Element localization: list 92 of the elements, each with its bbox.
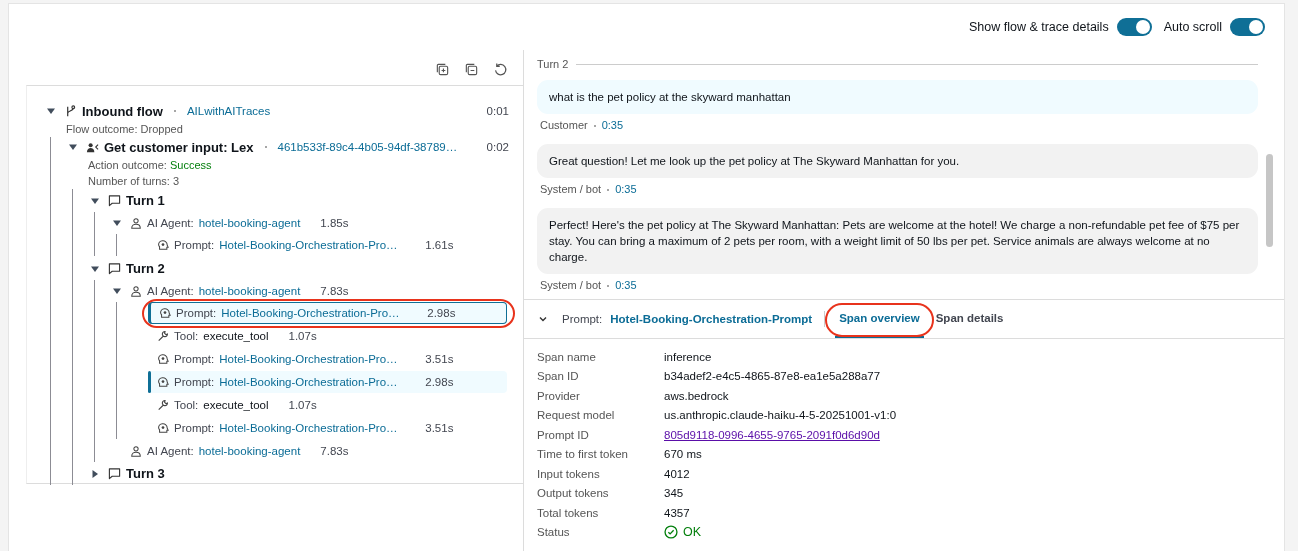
- field-label: Span ID: [537, 370, 580, 383]
- tab[interactable]: Span overview: [835, 300, 924, 338]
- message-bubble: what is the pet policy at the skyward manhattan: [537, 80, 1258, 114]
- span-row[interactable]: Prompt: Hotel-Booking-Orchestration-Pro… 2.98s: [148, 371, 507, 393]
- caret-down-icon[interactable]: [112, 286, 122, 296]
- wrench-icon: [157, 399, 169, 411]
- head-icon: [157, 239, 169, 251]
- field-label: Span name: [537, 350, 597, 363]
- wrench-icon: [157, 330, 169, 342]
- timestamp-link[interactable]: 0:35: [601, 119, 624, 131]
- duration: 7.83s: [320, 285, 349, 297]
- turn-title[interactable]: Turn 3: [126, 466, 165, 481]
- node-detail: Flow outcome: Dropped: [66, 123, 183, 135]
- speech-bubble-icon: [108, 467, 121, 480]
- branch-icon: [64, 104, 77, 118]
- duration: 7.83s: [320, 445, 349, 457]
- turn-title[interactable]: Turn 1: [126, 193, 165, 208]
- span-label: Prompt:: [562, 313, 603, 325]
- agent-label: AI Agent:: [147, 217, 194, 229]
- caret-down-icon[interactable]: [112, 218, 122, 228]
- speech-bubble-icon: [108, 262, 121, 275]
- node-time: 0:02: [486, 141, 509, 153]
- field-label: Output tokens: [537, 487, 610, 500]
- node-title: Inbound flow: [82, 103, 163, 119]
- speaker-label: Customer: [540, 119, 588, 131]
- field-value: aws.bedrock: [664, 389, 729, 402]
- span-row[interactable]: Tool: execute_tool 1.07s: [148, 325, 507, 347]
- head-icon: [157, 376, 169, 388]
- agent-link[interactable]: hotel-booking-agent: [198, 445, 301, 457]
- person-icon: [130, 217, 142, 229]
- scrollbar-thumb[interactable]: [1266, 154, 1273, 247]
- caret-down-icon[interactable]: [46, 106, 56, 116]
- message-bubble: Great question! Let me look up the pet policy at The Skyward Manhattan for you.: [537, 144, 1258, 178]
- head-icon: [159, 307, 171, 319]
- prompt-id-link[interactable]: 805d9118-0996-4655-9765-2091f0d6d90d: [664, 428, 880, 441]
- agent-link[interactable]: hotel-booking-agent: [198, 285, 301, 297]
- span-row[interactable]: Prompt: Hotel-Booking-Orchestration-Pro… 3.51s: [148, 348, 507, 370]
- span-row[interactable]: Prompt: Hotel-Booking-Orchestration-Pro… 1.61s: [148, 234, 507, 256]
- head-icon: [157, 353, 169, 365]
- refresh-icon[interactable]: [493, 62, 508, 77]
- agent-link[interactable]: hotel-booking-agent: [198, 217, 301, 229]
- head-icon: [157, 422, 169, 434]
- person-icon: [130, 285, 142, 297]
- toggle-switch[interactable]: [1230, 18, 1265, 36]
- speaker-label: System / bot: [540, 183, 602, 195]
- timestamp-link[interactable]: 0:35: [615, 279, 637, 291]
- people-icon: [86, 140, 99, 154]
- tab[interactable]: Span details: [931, 300, 1008, 338]
- status-value: OK: [683, 525, 702, 540]
- speaker-label: System / bot: [540, 279, 602, 291]
- timestamp-link[interactable]: 0:35: [615, 183, 637, 195]
- toggle-switch[interactable]: [1116, 18, 1152, 36]
- caret-right-icon[interactable]: [90, 468, 100, 479]
- turn-title[interactable]: Turn 2: [126, 261, 165, 276]
- agent-label: AI Agent:: [147, 285, 194, 297]
- message-bubble: Perfect! Here's the pet policy at The Skyward Manhattan: Pets are welcome at the hotel! We charge a non-refundable pet fee of $75 per stay. You can bring a maximum of 2 pets per room, with a weight limit of 50 lbs per pet. Service animals are always welcome at no charge.: [537, 208, 1258, 274]
- caret-down-icon[interactable]: [68, 142, 78, 152]
- field-label: Prompt ID: [537, 428, 590, 441]
- field-value: 345: [664, 487, 684, 500]
- person-icon: [130, 445, 142, 457]
- toggle-label: Auto scroll: [1163, 20, 1222, 34]
- field-label: Time to first token: [537, 448, 629, 461]
- node-detail: Number of turns: 3: [88, 175, 180, 187]
- speech-bubble-icon: [108, 194, 121, 207]
- check-circle-icon: [664, 525, 678, 540]
- field-label: Status: [537, 526, 571, 539]
- span-row[interactable]: Tool: execute_tool 1.07s: [148, 394, 507, 416]
- toggle-label: Show flow & trace details: [969, 20, 1109, 34]
- node-detail: Action outcome: Success: [88, 159, 212, 171]
- node-link[interactable]: 461b533f-89c4-4b05-94df-38789…: [277, 141, 458, 153]
- span-name-link[interactable]: Hotel-Booking-Orchestration-Prompt: [610, 313, 813, 325]
- node-link[interactable]: AILwithAITraces: [186, 105, 271, 117]
- field-label: Provider: [537, 389, 581, 402]
- field-label: Total tokens: [537, 506, 600, 519]
- duration: 1.85s: [320, 217, 349, 229]
- collapse-all-icon[interactable]: [464, 62, 479, 77]
- field-value: 4357: [664, 506, 690, 519]
- node-title: Get customer input: Lex: [104, 139, 254, 155]
- expand-all-icon[interactable]: [435, 62, 450, 77]
- field-value: us.anthropic.claude-haiku-4-5-20251001-v1:0: [664, 409, 897, 422]
- agent-label: AI Agent:: [147, 445, 194, 457]
- field-value: inference: [664, 350, 712, 363]
- field-label: Input tokens: [537, 467, 601, 480]
- span-row[interactable]: Prompt: Hotel-Booking-Orchestration-Pro… 2.98s: [148, 302, 507, 324]
- node-time: 0:01: [486, 105, 509, 117]
- field-value: b34adef2-e4c5-4865-87e8-ea1e5a288a77: [664, 370, 881, 383]
- field-value: 4012: [664, 467, 690, 480]
- chevron-down-icon[interactable]: [538, 314, 548, 324]
- turn-label: Turn 2: [537, 58, 569, 70]
- field-value: 670 ms: [664, 448, 702, 461]
- field-label: Request model: [537, 409, 616, 422]
- span-row[interactable]: Prompt: Hotel-Booking-Orchestration-Pro… 3.51s: [148, 417, 507, 439]
